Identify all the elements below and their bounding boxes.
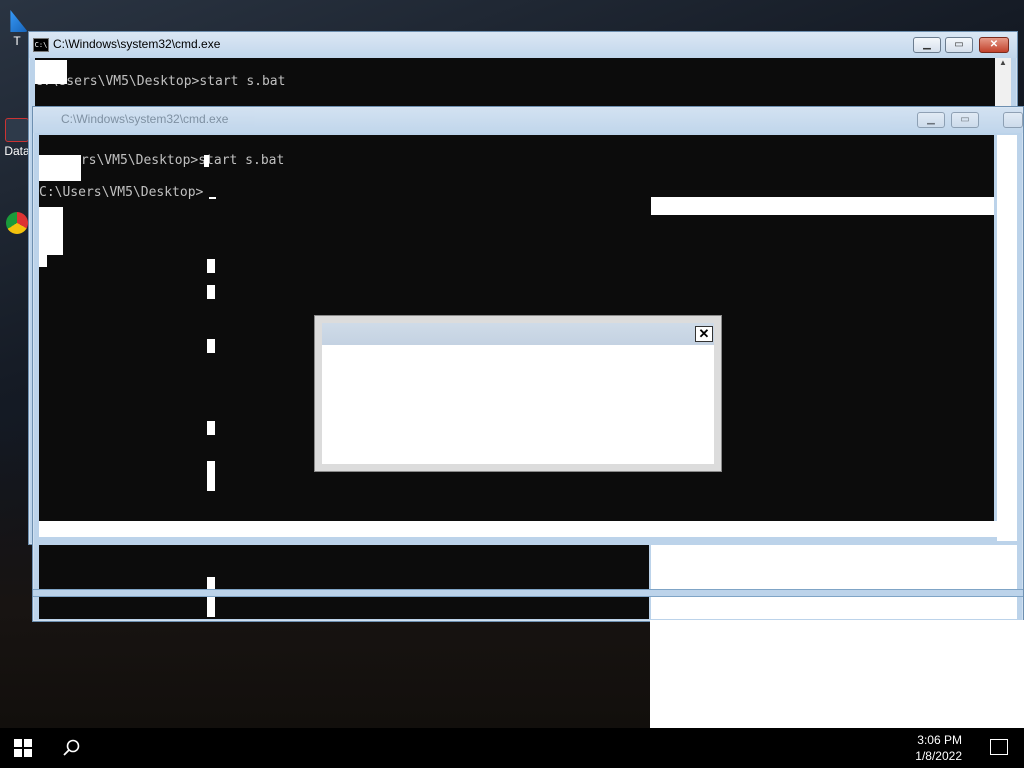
render-artifact xyxy=(650,620,1024,728)
minimize-button[interactable]: ▁ xyxy=(913,37,941,53)
cmd-icon: C:\ xyxy=(33,38,49,52)
render-artifact xyxy=(204,155,209,167)
dialog-close-button[interactable]: ✕ xyxy=(695,326,713,342)
render-artifact xyxy=(35,60,67,84)
close-button[interactable]: ✕ xyxy=(979,37,1009,53)
title-bar[interactable]: C:\ C:\Windows\system32\cmd.exe ▁ ▭ ✕ xyxy=(29,32,1017,58)
render-artifact xyxy=(207,577,215,589)
dialog-body xyxy=(322,345,714,464)
console-output-fragment xyxy=(39,597,649,619)
window-border xyxy=(33,589,1023,597)
render-artifact xyxy=(207,461,215,491)
notification-center-icon[interactable] xyxy=(990,739,1008,755)
console-line: ers\VM5\Desktop>start s.bat xyxy=(73,153,285,168)
render-artifact xyxy=(207,339,215,353)
taskbar: 3:06 PM 1/8/2022 xyxy=(0,728,1024,768)
render-artifact xyxy=(207,597,215,617)
render-artifact xyxy=(207,421,215,435)
start-button[interactable] xyxy=(14,739,32,757)
maximize-button[interactable]: ▭ xyxy=(951,112,979,128)
vertical-scrollbar[interactable] xyxy=(997,135,1017,541)
chrome-icon xyxy=(6,212,28,234)
render-artifact xyxy=(651,545,1017,589)
title-bar[interactable]: C:\Windows\system32\cmd.exe ▁ ▭ xyxy=(33,107,1023,133)
close-button[interactable] xyxy=(1003,112,1023,128)
text-cursor xyxy=(209,197,216,199)
search-icon xyxy=(63,739,80,756)
search-button[interactable] xyxy=(62,738,82,758)
render-artifact xyxy=(651,197,994,215)
render-artifact xyxy=(651,597,1017,619)
message-dialog[interactable]: ✕ xyxy=(314,315,722,472)
clock-date: 1/8/2022 xyxy=(915,749,962,763)
render-artifact xyxy=(39,155,81,181)
render-artifact xyxy=(207,259,215,273)
dialog-title-bar[interactable] xyxy=(322,323,714,345)
scroll-up-icon[interactable]: ▲ xyxy=(995,58,1011,67)
console-output-fragment xyxy=(39,545,649,589)
render-artifact xyxy=(39,521,999,537)
window-title: C:\Windows\system32\cmd.exe xyxy=(53,37,221,51)
windows-logo-icon xyxy=(14,739,22,747)
minimize-button[interactable]: ▁ xyxy=(917,112,945,128)
render-artifact xyxy=(39,253,47,267)
system-clock[interactable]: 3:06 PM 1/8/2022 xyxy=(915,732,962,764)
maximize-button[interactable]: ▭ xyxy=(945,37,973,53)
clock-time: 3:06 PM xyxy=(917,733,962,747)
console-line: C:\Users\VM5\Desktop>start s.bat xyxy=(35,74,286,89)
render-artifact xyxy=(39,207,63,255)
recycle-bin-icon xyxy=(10,10,28,32)
render-artifact xyxy=(207,285,215,299)
console-line: C:\Users\VM5\Desktop> xyxy=(39,185,204,200)
data-shortcut-icon xyxy=(5,118,29,142)
window-title: C:\Windows\system32\cmd.exe xyxy=(61,112,229,126)
